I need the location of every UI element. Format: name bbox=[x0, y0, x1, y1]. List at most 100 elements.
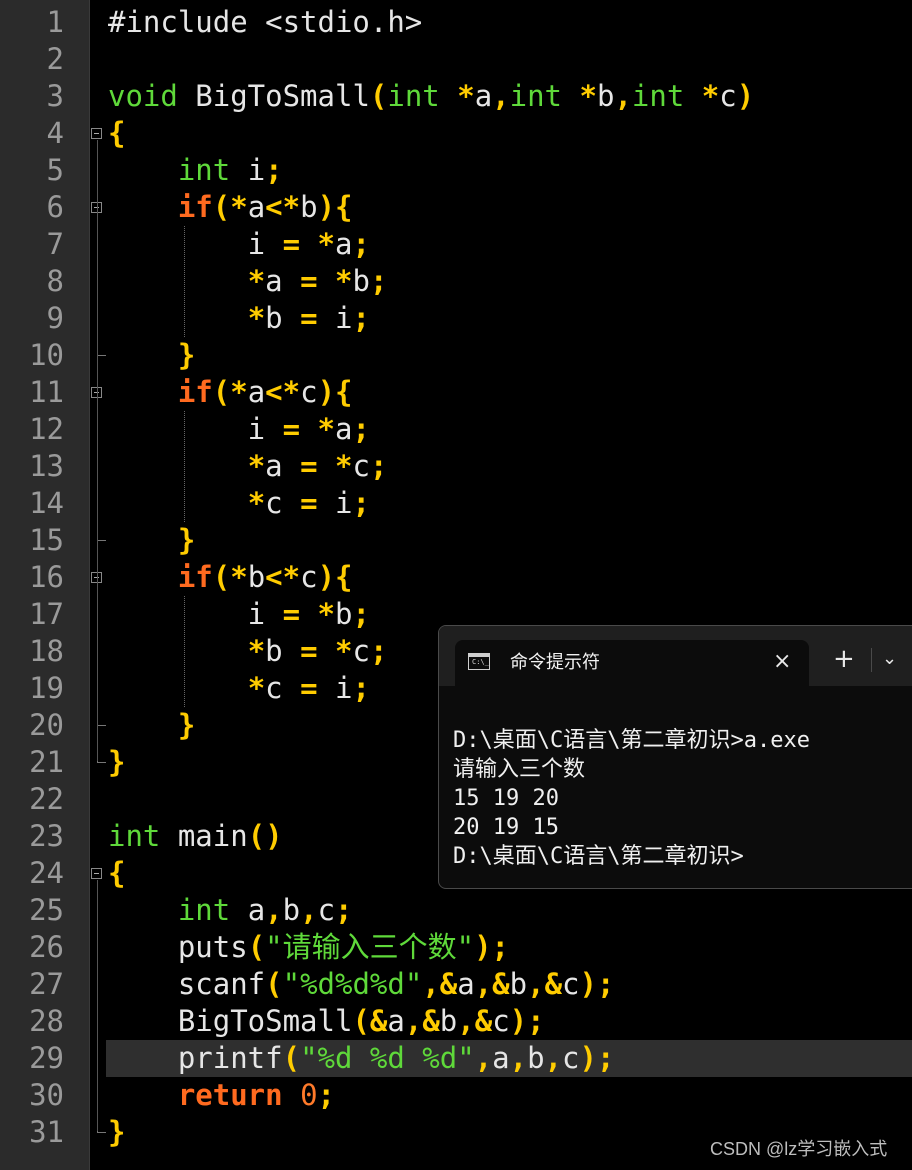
code-token: int bbox=[387, 79, 440, 113]
code-token: * bbox=[579, 79, 597, 113]
code-token: ; bbox=[596, 967, 615, 1001]
code-editor[interactable]: 1 2 3 4 5 6 7 8 9 10 11 12 13 14 15 16 17 18 19 20 21 22 23 24 2… bbox=[0, 0, 912, 1170]
code-line[interactable]: puts("请输入三个数"); bbox=[108, 929, 509, 966]
line-number: 6 bbox=[46, 190, 64, 224]
code-line[interactable]: i = *a; bbox=[108, 226, 370, 263]
code-line[interactable]: *b = *c; bbox=[108, 633, 388, 670]
code-line[interactable]: printf("%d %d %d",a,b,c); bbox=[108, 1040, 615, 1077]
new-tab-icon[interactable]: + bbox=[833, 646, 855, 672]
code-token: = bbox=[300, 634, 318, 668]
line-number: 17 bbox=[29, 597, 64, 631]
code-token: ; bbox=[596, 1041, 615, 1075]
code-token: = bbox=[282, 412, 301, 446]
code-line[interactable]: i = *b; bbox=[108, 596, 370, 633]
fold-line bbox=[97, 140, 98, 761]
code-line[interactable]: int a,b,c; bbox=[108, 892, 353, 929]
code-token: i bbox=[108, 412, 283, 446]
code-token: & bbox=[492, 967, 510, 1001]
code-line[interactable]: void BigToSmall(int *a,int *b,int *c) bbox=[108, 78, 754, 115]
line-number: 19 bbox=[29, 671, 64, 705]
command-prompt-window[interactable]: C:\_ 命令提示符 × + ⌄ D:\桌面\C语言\第二章初识>a.exe 请… bbox=[438, 625, 912, 889]
code-token: * bbox=[247, 671, 266, 705]
terminal-icon: C:\_ bbox=[468, 653, 490, 670]
code-line[interactable]: *b = i; bbox=[108, 300, 370, 337]
line-number: 29 bbox=[29, 1041, 64, 1075]
code-line[interactable]: } bbox=[108, 1114, 125, 1151]
code-token: a bbox=[247, 375, 266, 409]
code-token: ( bbox=[212, 190, 231, 224]
code-token: , bbox=[509, 1041, 528, 1075]
close-icon[interactable]: × bbox=[773, 650, 791, 674]
indent-guide bbox=[184, 596, 185, 707]
line-number: 27 bbox=[29, 967, 64, 1001]
code-token: a bbox=[457, 967, 475, 1001]
terminal-tab[interactable]: C:\_ 命令提示符 × bbox=[455, 640, 809, 686]
code-token: = bbox=[300, 671, 318, 705]
code-line[interactable]: int main() bbox=[108, 818, 283, 855]
code-token: i bbox=[230, 153, 266, 187]
fold-end-marker bbox=[97, 530, 106, 541]
line-number: 23 bbox=[29, 819, 64, 853]
line-number: 26 bbox=[29, 930, 64, 964]
code-line[interactable]: *a = *b; bbox=[108, 263, 388, 300]
code-line[interactable]: } bbox=[108, 337, 195, 374]
code-token: ; bbox=[352, 671, 370, 705]
code-token: b bbox=[527, 1041, 545, 1075]
code-token: * bbox=[317, 412, 336, 446]
code-line[interactable]: BigToSmall(&a,&b,&c); bbox=[108, 1003, 545, 1040]
terminal-output[interactable]: D:\桌面\C语言\第二章初识>a.exe 请输入三个数 15 19 20 20… bbox=[453, 726, 912, 871]
code-token: & bbox=[544, 967, 563, 1001]
code-line[interactable]: i = *a; bbox=[108, 411, 370, 448]
code-line[interactable]: if(*a<*b){ bbox=[108, 189, 353, 226]
terminal-tab-title: 命令提示符 bbox=[510, 652, 600, 673]
code-token: ( bbox=[247, 930, 266, 964]
code-token: c bbox=[300, 560, 318, 594]
code-token: * bbox=[335, 634, 353, 668]
code-token: & bbox=[422, 1004, 440, 1038]
fold-toggle-icon[interactable] bbox=[91, 868, 102, 879]
code-token: BigToSmall bbox=[108, 1004, 353, 1038]
code-line[interactable]: } bbox=[108, 522, 195, 559]
code-line[interactable]: *a = *c; bbox=[108, 448, 388, 485]
code-token: , bbox=[474, 1041, 493, 1075]
code-line[interactable]: int i; bbox=[108, 152, 283, 189]
code-token: , bbox=[527, 967, 545, 1001]
code-token: i bbox=[108, 597, 283, 631]
code-token: * bbox=[317, 227, 336, 261]
code-line[interactable]: scanf("%d%d%d",&a,&b,&c); bbox=[108, 966, 615, 1003]
code-token: , bbox=[492, 79, 510, 113]
code-line[interactable]: *c = i; bbox=[108, 485, 370, 522]
code-token: * bbox=[230, 560, 248, 594]
terminal-title-bar[interactable]: C:\_ 命令提示符 × + ⌄ bbox=[439, 626, 912, 686]
code-line[interactable]: return 0; bbox=[108, 1077, 335, 1114]
divider bbox=[871, 648, 872, 672]
code-line[interactable]: if(*a<*c){ bbox=[108, 374, 353, 411]
code-line[interactable]: *c = i; bbox=[108, 670, 370, 707]
code-line[interactable]: #include <stdio.h> bbox=[108, 4, 422, 41]
code-token: { bbox=[108, 856, 126, 890]
line-number: 9 bbox=[46, 301, 64, 335]
code-line[interactable]: } bbox=[108, 707, 195, 744]
code-line[interactable]: { bbox=[108, 115, 125, 152]
code-token: printf bbox=[108, 1041, 283, 1075]
code-line[interactable]: } bbox=[108, 744, 125, 781]
code-line[interactable]: { bbox=[108, 855, 125, 892]
code-token: } bbox=[177, 708, 196, 742]
fold-toggle-icon[interactable] bbox=[91, 128, 102, 139]
code-token: #include <stdio.h> bbox=[108, 5, 423, 39]
code-token: "请输入三个数" bbox=[265, 930, 475, 964]
code-token: * bbox=[230, 190, 248, 224]
chevron-down-icon[interactable]: ⌄ bbox=[882, 647, 897, 671]
code-line[interactable]: if(*b<*c){ bbox=[108, 559, 353, 596]
